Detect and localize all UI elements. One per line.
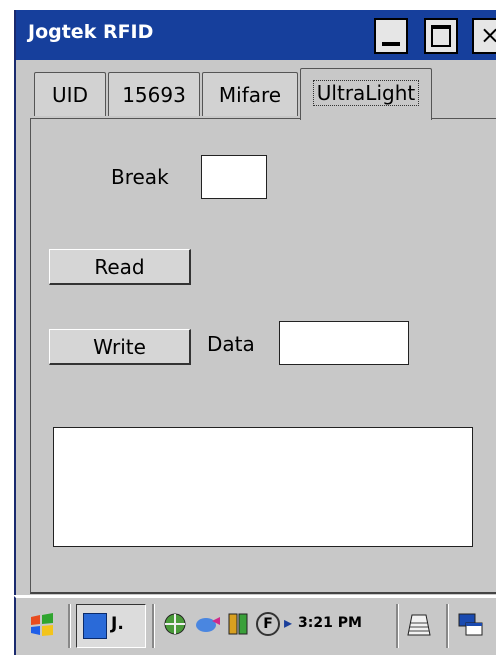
- app-window: Jogtek RFID × UID 15693 Mifare UltraLigh…: [14, 10, 496, 595]
- break-label: Break: [111, 165, 169, 189]
- separator: [152, 604, 155, 648]
- battery-icon[interactable]: [226, 611, 250, 645]
- write-button[interactable]: Write: [49, 329, 191, 365]
- output-textbox[interactable]: [53, 427, 473, 547]
- taskbar-app-label: J.: [111, 614, 124, 634]
- tab-uid[interactable]: UID: [34, 72, 106, 116]
- tab-ultralight-label: UltraLight: [312, 80, 420, 106]
- data-input[interactable]: [279, 321, 409, 365]
- close-button[interactable]: ×: [472, 18, 496, 54]
- connection-icon[interactable]: [194, 611, 222, 645]
- break-input[interactable]: [201, 155, 267, 199]
- switch-windows-icon[interactable]: [456, 611, 486, 647]
- separator: [396, 604, 399, 648]
- clock[interactable]: 3:21 PM: [298, 615, 362, 631]
- window-title: Jogtek RFID: [28, 21, 154, 43]
- tab-panel: Break Read Write Data: [30, 118, 496, 594]
- maximize-button[interactable]: [424, 18, 458, 54]
- keyboard-icon[interactable]: [404, 611, 434, 647]
- read-button[interactable]: Read: [49, 249, 191, 285]
- arrow-right-icon: ▸: [284, 613, 293, 632]
- network-globe-icon[interactable]: [162, 611, 188, 645]
- tab-mifare[interactable]: Mifare: [202, 72, 298, 116]
- taskbar: J. F ▸ 3:21 PM: [14, 596, 496, 655]
- windows-flag-icon[interactable]: [28, 611, 56, 647]
- title-bar: Jogtek RFID ×: [16, 10, 496, 60]
- taskbar-app-button[interactable]: J.: [76, 604, 146, 648]
- minimize-button[interactable]: [374, 18, 408, 54]
- tab-ultralight[interactable]: UltraLight: [300, 68, 432, 120]
- tab-15693[interactable]: 15693: [108, 72, 200, 116]
- app-icon: [83, 613, 107, 639]
- input-mode-f-icon[interactable]: F: [256, 612, 280, 636]
- separator: [446, 604, 449, 648]
- data-label: Data: [207, 332, 255, 356]
- separator: [68, 604, 71, 648]
